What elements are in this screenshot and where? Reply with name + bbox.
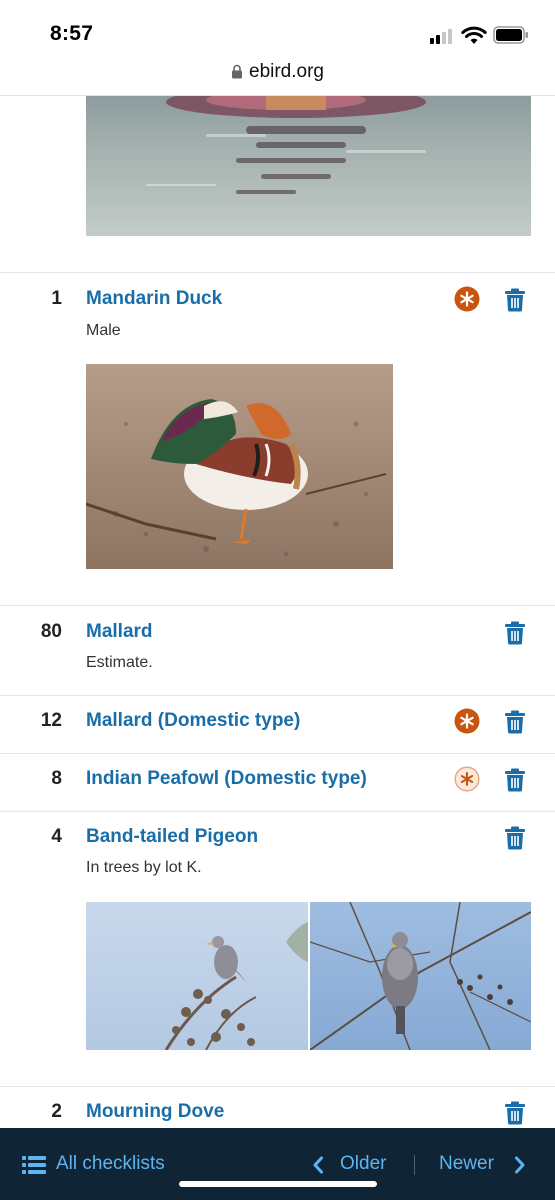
observation-photo-previous[interactable] <box>86 96 531 236</box>
trash-icon[interactable] <box>504 826 526 850</box>
species-count: 2 <box>51 1101 62 1122</box>
observation-photo-pigeon-1[interactable] <box>86 902 308 1050</box>
chevron-right-icon <box>515 1156 525 1174</box>
newer-label: Newer <box>439 1153 494 1174</box>
all-checklists-label: All checklists <box>56 1153 165 1174</box>
rare-species-outline-icon[interactable] <box>454 766 480 792</box>
species-count: 1 <box>51 288 62 309</box>
species-name-link[interactable]: Band-tailed Pigeon <box>86 826 258 848</box>
chevron-left-icon <box>313 1156 323 1174</box>
address-text-wrap: ebird.org <box>0 61 555 83</box>
trash-icon[interactable] <box>504 768 526 792</box>
mandarin-duck-image <box>86 399 387 557</box>
species-note: Male <box>86 322 121 339</box>
duck-reflection-image <box>146 96 426 194</box>
species-note: In trees by lot K. <box>86 859 202 876</box>
species-count: 8 <box>51 768 62 789</box>
species-name-link[interactable]: Mandarin Duck <box>86 288 222 310</box>
lock-icon <box>232 64 242 79</box>
species-name-link[interactable]: Mallard <box>86 621 153 643</box>
species-name-link[interactable]: Indian Peafowl (Domestic type) <box>86 768 367 790</box>
status-bar: 8:57 <box>0 0 555 56</box>
species-count: 12 <box>40 710 62 731</box>
url-text: ebird.org <box>249 61 324 82</box>
trash-icon[interactable] <box>504 621 526 645</box>
row-divider <box>0 753 555 754</box>
home-indicator[interactable] <box>179 1181 377 1187</box>
row-divider <box>0 272 555 273</box>
older-label: Older <box>340 1153 387 1174</box>
species-note: Estimate. <box>86 654 153 671</box>
checklist-content[interactable]: 1 Mandarin Duck Male 80 Mallard Estimate… <box>0 96 555 1128</box>
species-count: 4 <box>51 826 62 847</box>
signal-icon <box>430 28 454 44</box>
observation-photo-mandarin-duck[interactable] <box>86 364 393 569</box>
pigeon-image-2 <box>310 902 531 1050</box>
list-icon <box>22 1156 46 1174</box>
browser-address-bar[interactable]: ebird.org <box>0 56 555 96</box>
species-name-link[interactable]: Mallard (Domestic type) <box>86 710 300 732</box>
row-divider <box>0 1086 555 1087</box>
wifi-icon <box>461 26 487 44</box>
row-divider <box>0 811 555 812</box>
status-time: 8:57 <box>50 22 94 45</box>
observation-photo-pigeon-2[interactable] <box>310 902 531 1050</box>
rare-species-icon[interactable] <box>454 708 480 734</box>
row-divider <box>0 605 555 606</box>
battery-icon <box>493 26 528 44</box>
bottom-nav-bar: All checklists Older Newer <box>0 1128 555 1200</box>
row-divider <box>0 695 555 696</box>
species-count: 80 <box>40 621 62 642</box>
species-name-link[interactable]: Mourning Dove <box>86 1101 224 1123</box>
rare-species-icon[interactable] <box>454 286 480 312</box>
trash-icon[interactable] <box>504 288 526 312</box>
trash-icon[interactable] <box>504 710 526 734</box>
nav-separator <box>414 1155 415 1175</box>
pigeon-image-1 <box>164 922 308 1050</box>
trash-icon[interactable] <box>504 1101 526 1125</box>
